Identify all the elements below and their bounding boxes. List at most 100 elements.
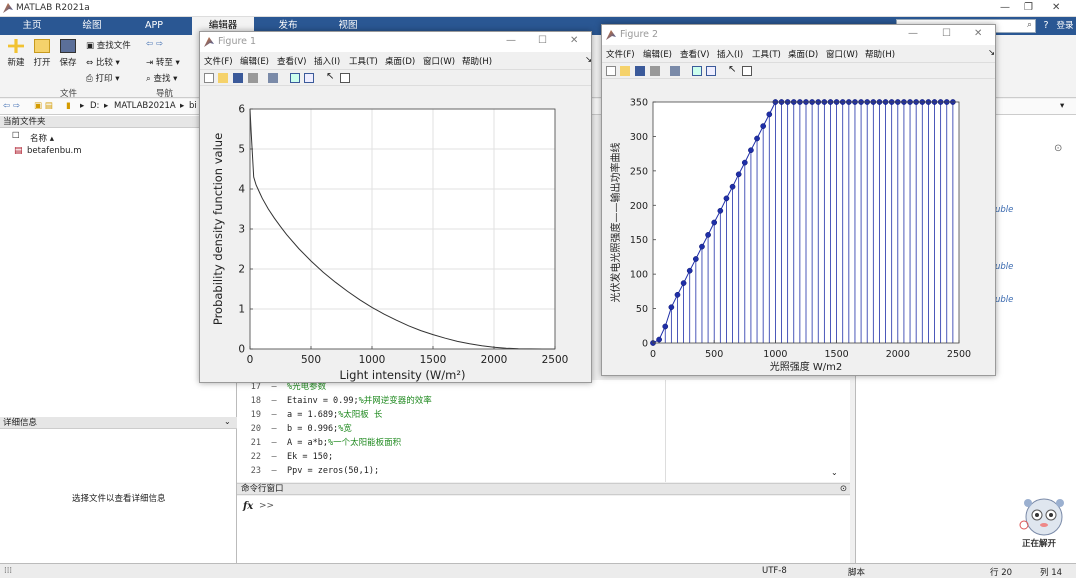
data-point (680, 280, 687, 286)
goto-button[interactable]: ⇥ 转至 ▾ (146, 56, 180, 68)
search-icon: ⌕ (1026, 20, 1032, 30)
print-button[interactable]: ⎙ 打印 ▾ (86, 72, 120, 84)
code-line[interactable]: 18 — Etainv = 0.99;%并网逆变器的效率 (237, 394, 432, 408)
figure-2-chart[interactable]: 0 500 1000 1500 2000 2500 0 50 100 150 200 250 300 35… (602, 80, 997, 376)
figure-1-title-bar[interactable]: Figure 1 — ☐ ✕ (200, 32, 591, 52)
menu-window[interactable]: 窗口(W) (826, 48, 858, 60)
open-button[interactable]: 打开 (31, 39, 53, 68)
back-forward-icon[interactable]: ⇦ ⇨ (146, 39, 163, 49)
menu-view[interactable]: 查看(V) (277, 55, 306, 67)
find-files-button[interactable]: ▣ 查找文件 (86, 39, 131, 51)
save-button[interactable]: 保存 (57, 39, 79, 68)
breadcrumb-drive[interactable]: D: (90, 101, 99, 111)
folder-up-icon[interactable]: ▣ ▤ (34, 101, 53, 111)
code-editor[interactable]: 17— %光电参数 18— Etainv = 0.99;%并网逆变器的效率 19— a… (237, 380, 850, 482)
data-point (760, 123, 767, 129)
workspace-menu-icon[interactable]: ⊙ (1054, 143, 1062, 154)
name-column-header[interactable]: 名称 ▴ (30, 132, 54, 144)
scroll-down-icon[interactable]: ⌄ (831, 468, 838, 477)
function-browser-icon[interactable]: fx (243, 501, 253, 512)
menu-edit[interactable]: 编辑(E) (643, 48, 672, 60)
menu-desktop[interactable]: 桌面(D) (788, 48, 818, 60)
compare-button[interactable]: ⇔ 比较 ▾ (86, 56, 120, 68)
code-line[interactable]: 21 — A = a*b;%一个太阳能板面积 (237, 436, 401, 450)
line-number: 18 (250, 396, 261, 406)
menu-insert[interactable]: 插入(I) (717, 48, 743, 60)
figure-2-plot-area[interactable]: 0 500 1000 1500 2000 2500 0 50 100 150 200 250 300 35… (602, 80, 995, 375)
print-icon[interactable] (248, 73, 258, 83)
code-line[interactable]: 20 — b = 0.996;%宽 (237, 422, 352, 436)
menu-help[interactable]: 帮助(H) (865, 48, 895, 60)
menu-file[interactable]: 文件(F) (204, 55, 233, 67)
figure-2-title-bar[interactable]: Figure 2 — ☐ ✕ (602, 25, 995, 45)
figure-1-chart[interactable]: 0 500 1000 1500 2000 2500 0 1 2 3 4 5 6 Light intensi… (200, 87, 593, 383)
tab-apps[interactable]: APP (132, 17, 176, 35)
breadcrumb-sub[interactable]: bi (189, 101, 197, 111)
code-text: %光电参数 (287, 382, 327, 392)
data-point (656, 336, 662, 343)
file-item[interactable]: betafenbu.m (27, 146, 82, 156)
save-icon[interactable] (233, 73, 243, 83)
figure-1-plot-area[interactable]: 0 500 1000 1500 2000 2500 0 1 2 3 4 5 6 Light intensi… (200, 87, 591, 382)
open-icon[interactable] (620, 66, 630, 76)
close-icon[interactable]: ✕ (1052, 2, 1060, 13)
close-icon[interactable]: ✕ (974, 28, 982, 39)
code-line[interactable]: 19 — a = 1.689;%太阳板 长 (237, 408, 383, 422)
print-icon[interactable] (650, 66, 660, 76)
pointer-icon[interactable]: ↖ (728, 64, 738, 75)
address-dropdown-icon[interactable]: ▾ (1060, 101, 1064, 111)
legend-icon[interactable] (304, 73, 314, 83)
figure-1-window[interactable]: Figure 1 — ☐ ✕ 文件(F) 编辑(E) 查看(V) 插入(I) 工… (199, 31, 592, 383)
tab-plots[interactable]: 绘图 (70, 17, 114, 35)
save-icon[interactable] (635, 66, 645, 76)
file-checkbox-icon[interactable]: ☐ (12, 131, 20, 141)
command-window-menu-icon[interactable]: ⊙ (840, 484, 847, 495)
menu-desktop[interactable]: 桌面(D) (385, 55, 415, 67)
menu-tools[interactable]: 工具(T) (752, 48, 781, 60)
menu-help[interactable]: 帮助(H) (462, 55, 492, 67)
code-line[interactable]: 23 — Ppv = zeros(50,1); (237, 464, 379, 478)
menu-dock-icon[interactable]: ↘ (988, 48, 995, 58)
status-grip-icon: ⁞⁞⁞ (4, 566, 13, 576)
maximize-icon[interactable]: ❐ (1024, 2, 1033, 13)
figure-2-window[interactable]: Figure 2 — ☐ ✕ 文件(F) 编辑(E) 查看(V) 插入(I) 工… (601, 24, 996, 376)
property-editor-icon[interactable] (742, 66, 752, 76)
command-window-title: 命令行窗口 (241, 484, 284, 494)
new-button[interactable]: 新建 (5, 39, 27, 68)
details-collapse-icon[interactable]: ⌄ (224, 417, 231, 426)
menu-dock-icon[interactable]: ↘ (585, 55, 592, 65)
pointer-icon[interactable]: ↖ (326, 71, 336, 82)
minimize-icon[interactable]: — (506, 35, 516, 46)
minimize-icon[interactable]: — (908, 28, 918, 39)
colorbar-icon[interactable] (290, 73, 300, 83)
open-icon[interactable] (218, 73, 228, 83)
new-label: 新建 (7, 58, 25, 68)
help-icon[interactable]: ? (1038, 17, 1054, 35)
find-button[interactable]: ⌕ 查找 ▾ (146, 72, 177, 84)
link-plot-icon[interactable] (268, 73, 278, 83)
link-plot-icon[interactable] (670, 66, 680, 76)
new-figure-icon[interactable] (606, 66, 616, 76)
close-icon[interactable]: ✕ (570, 35, 578, 46)
new-figure-icon[interactable] (204, 73, 214, 83)
nav-arrows-icon[interactable]: ⇦ ⇨ (3, 101, 20, 111)
folder-icon: ▮ (66, 101, 71, 111)
menu-file[interactable]: 文件(F) (606, 48, 635, 60)
menu-tools[interactable]: 工具(T) (349, 55, 378, 67)
breadcrumb-folder[interactable]: MATLAB2021A (114, 101, 176, 111)
menu-view[interactable]: 查看(V) (680, 48, 709, 60)
code-line[interactable]: 22 — Ek = 150; (237, 450, 333, 464)
maximize-icon[interactable]: ☐ (942, 28, 951, 39)
command-window[interactable]: fx >> (237, 496, 850, 563)
login-button[interactable]: 登录 (1054, 17, 1076, 35)
maximize-icon[interactable]: ☐ (538, 35, 547, 46)
menu-insert[interactable]: 插入(I) (314, 55, 340, 67)
menu-window[interactable]: 窗口(W) (423, 55, 455, 67)
colorbar-icon[interactable] (692, 66, 702, 76)
tab-home[interactable]: 主页 (10, 17, 54, 35)
minimize-icon[interactable]: — (1000, 2, 1010, 13)
property-editor-icon[interactable] (340, 73, 350, 83)
data-point (748, 147, 754, 154)
menu-edit[interactable]: 编辑(E) (240, 55, 269, 67)
legend-icon[interactable] (706, 66, 716, 76)
